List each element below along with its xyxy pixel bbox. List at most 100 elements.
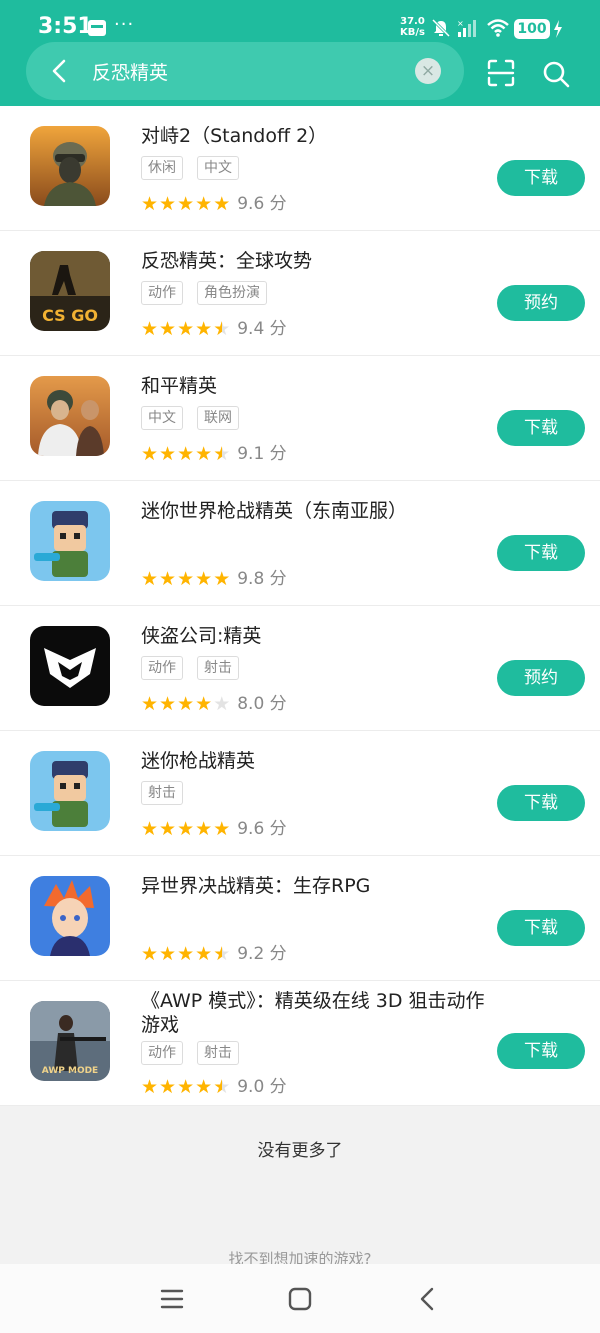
system-nav-bar	[0, 1264, 600, 1333]
download-button[interactable]: 下载	[497, 535, 585, 571]
app-tag: 动作	[141, 281, 183, 305]
star-icon: ★	[159, 818, 178, 840]
app-tags: 中文 联网	[141, 406, 253, 430]
star-icon: ★	[195, 1076, 214, 1098]
star-icon: ★	[141, 318, 160, 340]
download-button[interactable]: 下载	[497, 910, 585, 946]
star-icon: ★	[195, 568, 214, 590]
app-rating: ★★★★★ 9.1 分	[141, 442, 287, 466]
star-icon: ★	[213, 318, 232, 340]
star-icon: ★	[177, 818, 196, 840]
result-item[interactable]: AWP MODE 《AWP 模式》：精英级在线 3D 狙击动作游戏 动作 射击 ★…	[0, 981, 600, 1106]
star-icon: ★	[195, 818, 214, 840]
reserve-button[interactable]: 预约	[497, 285, 585, 321]
rating-score: 9.1 分	[237, 444, 287, 464]
star-icon: ★	[159, 568, 178, 590]
rating-score: 9.6 分	[237, 819, 287, 839]
rating-score: 9.2 分	[237, 944, 287, 964]
isekai-elite-app-icon[interactable]	[30, 876, 110, 956]
rating-stars: ★★★★★	[141, 942, 231, 966]
download-button[interactable]: 下载	[497, 160, 585, 196]
no-more-results-label: 没有更多了	[257, 1141, 343, 1161]
star-icon: ★	[213, 943, 232, 965]
rating-score: 9.8 分	[237, 569, 287, 589]
result-item[interactable]: 迷你枪战精英 射击 ★★★★★ 9.6 分 下载	[0, 731, 600, 856]
download-button[interactable]: 下载	[497, 785, 585, 821]
star-icon: ★	[177, 943, 196, 965]
app-tags: 动作 角色扮演	[141, 281, 281, 305]
result-item[interactable]: 对峙2（Standoff 2） 休闲 中文 ★★★★★ 9.6 分 下载	[0, 106, 600, 231]
star-icon: ★	[213, 193, 232, 215]
heist-elite-app-icon[interactable]	[30, 626, 110, 706]
search-results-list: 对峙2（Standoff 2） 休闲 中文 ★★★★★ 9.6 分 下载 CS GO…	[0, 106, 600, 1106]
csgo-app-icon[interactable]: CS GO	[30, 251, 110, 331]
battery-level: 100	[514, 19, 550, 39]
star-icon: ★	[141, 193, 160, 215]
app-rating: ★★★★★ 9.2 分	[141, 942, 287, 966]
app-tag: 射击	[197, 656, 239, 680]
menu-icon[interactable]	[157, 1284, 187, 1314]
standoff2-app-icon[interactable]	[30, 126, 110, 206]
rating-stars: ★★★★★	[141, 317, 231, 341]
star-icon: ★	[177, 1076, 196, 1098]
awp-mode-app-icon[interactable]: AWP MODE	[30, 1001, 110, 1081]
star-icon: ★	[159, 318, 178, 340]
network-speed: 37.0 KB/s	[400, 16, 425, 38]
rating-stars: ★★★★★	[141, 817, 231, 841]
peace-elite-app-icon[interactable]	[30, 376, 110, 456]
rating-score: 9.4 分	[237, 319, 287, 339]
back-arrow-icon[interactable]	[46, 57, 74, 85]
mute-bell-icon	[431, 18, 451, 38]
download-button[interactable]: 下载	[497, 1033, 585, 1069]
rating-score: 8.0 分	[237, 694, 287, 714]
app-name: 迷你世界枪战精英（东南亚服）	[141, 500, 408, 522]
result-item[interactable]: 侠盗公司:精英 动作 射击 ★★★★★ 8.0 分 预约	[0, 606, 600, 731]
app-tag: 中文	[197, 156, 239, 180]
star-icon: ★	[159, 943, 178, 965]
reserve-button[interactable]: 预约	[497, 660, 585, 696]
result-item[interactable]: 异世界决战精英：生存RPG ★★★★★ 9.2 分 下载	[0, 856, 600, 981]
home-icon[interactable]	[285, 1284, 315, 1314]
scan-icon[interactable]	[486, 58, 516, 88]
app-name: 侠盗公司:精英	[141, 625, 262, 647]
mini-world-gunwar-app-icon[interactable]	[30, 501, 110, 581]
result-item[interactable]: CS GO 反恐精英：全球攻势 动作 角色扮演 ★★★★★ 9.4 分 预约	[0, 231, 600, 356]
signal-icon: ×	[457, 19, 476, 37]
app-name: 和平精英	[141, 375, 218, 397]
search-input[interactable]	[92, 56, 392, 86]
result-item[interactable]: 迷你世界枪战精英（东南亚服） ★★★★★ 9.8 分 下载	[0, 481, 600, 606]
star-icon: ★	[177, 318, 196, 340]
rating-score: 9.6 分	[237, 194, 287, 214]
download-button[interactable]: 下载	[497, 410, 585, 446]
app-name: 对峙2（Standoff 2）	[141, 125, 328, 147]
search-bar: ×	[26, 42, 464, 100]
awp-logo-text: AWP MODE	[42, 1066, 98, 1076]
nav-back-icon[interactable]	[413, 1284, 443, 1314]
network-speed-unit: KB/s	[400, 27, 425, 38]
rating-stars: ★★★★★	[141, 567, 231, 591]
network-speed-value: 37.0	[400, 16, 425, 27]
app-rating: ★★★★★ 9.6 分	[141, 192, 287, 216]
star-icon: ★	[177, 443, 196, 465]
app-tag: 射击	[197, 1041, 239, 1065]
star-icon: ★	[177, 693, 196, 715]
app-tag: 动作	[141, 656, 183, 680]
result-item[interactable]: 和平精英 中文 联网 ★★★★★ 9.1 分 下载	[0, 356, 600, 481]
search-icon[interactable]	[542, 60, 570, 88]
star-icon: ★	[213, 443, 232, 465]
star-icon: ★	[141, 693, 160, 715]
star-icon: ★	[159, 1076, 178, 1098]
charging-icon	[554, 20, 562, 38]
app-rating: ★★★★★ 8.0 分	[141, 692, 287, 716]
app-rating: ★★★★★ 9.6 分	[141, 817, 287, 841]
app-tag: 休闲	[141, 156, 183, 180]
star-icon: ★	[141, 943, 160, 965]
clear-icon[interactable]: ×	[415, 58, 441, 84]
star-icon: ★	[195, 693, 214, 715]
app-name: 反恐精英：全球攻势	[141, 250, 313, 272]
rating-score: 9.0 分	[237, 1077, 287, 1097]
app-tags: 休闲 中文	[141, 156, 253, 180]
star-icon: ★	[141, 568, 160, 590]
star-icon: ★	[213, 693, 232, 715]
mini-gunwar-app-icon[interactable]	[30, 751, 110, 831]
